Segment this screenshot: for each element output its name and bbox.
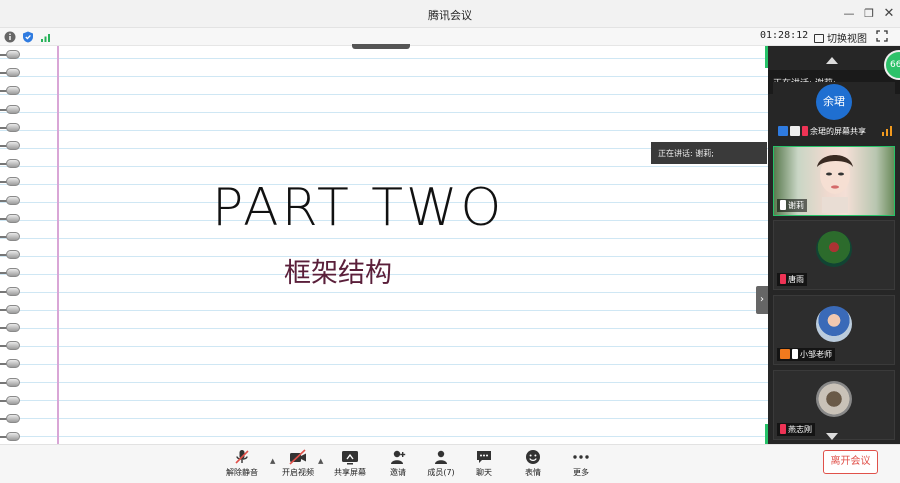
switch-view-label: 切换视图 [827, 34, 867, 45]
tile-label: 谢莉 [777, 199, 807, 212]
share-toolbar-handle[interactable] [352, 44, 410, 49]
scroll-down-icon[interactable] [826, 433, 838, 440]
reactions-label: 表情 [525, 468, 541, 477]
participant-tile[interactable]: 燕志刚 [773, 370, 895, 440]
signal-icon [882, 126, 892, 136]
close-icon[interactable]: ✕ [878, 4, 900, 24]
participant-tile[interactable]: 唐雨 [773, 220, 895, 290]
spiral-ring [6, 414, 20, 423]
spiral-ring [6, 104, 20, 114]
spiral-ring [6, 159, 20, 169]
spiral-ring [6, 395, 20, 405]
spiral-ring [6, 177, 20, 187]
start-video-label: 开启视频 [282, 468, 314, 477]
notebook-margin-line [57, 46, 59, 444]
leave-meeting-button[interactable]: 离开会议 [823, 450, 878, 474]
cohost-icon [780, 349, 790, 359]
invite-icon [391, 450, 406, 464]
spiral-ring [6, 268, 20, 278]
share-screen-button[interactable]: 共享屏幕 [325, 449, 375, 481]
panel-accent-bottom [765, 424, 768, 444]
speaking-label: 正在讲话: 谢莉; [658, 149, 714, 158]
spiral-ring [6, 86, 20, 96]
spiral-ring [6, 432, 20, 442]
mic-muted-icon [780, 274, 786, 284]
slide-title: PART TWO [212, 178, 505, 238]
spiral-ring [6, 359, 20, 369]
more-button[interactable]: 更多 [556, 449, 606, 481]
shield-icon[interactable] [22, 31, 34, 43]
mic-muted-icon [235, 450, 249, 464]
spiral-ring [6, 213, 20, 223]
host-icon [778, 126, 788, 136]
shared-screen-slide: PART TWO 框架结构 正在讲话: 谢莉; › [0, 46, 768, 444]
avatar [816, 306, 852, 342]
participant-name: 唐雨 [788, 275, 804, 284]
participant-name: 燕志刚 [788, 425, 812, 434]
meeting-timer: 01:28:12 [760, 30, 809, 41]
info-icon[interactable] [4, 31, 16, 43]
tile-label: 小邹老师 [777, 348, 835, 361]
members-icon [435, 450, 447, 464]
tile-label: 燕志刚 [777, 423, 815, 436]
speaking-indicator: 正在讲话: 谢莉; [651, 142, 767, 164]
participant-name: 余珺的屏幕共享 [810, 127, 866, 136]
spiral-ring [6, 250, 20, 260]
chat-button[interactable]: 聊天 [459, 449, 509, 481]
panel-accent-top [765, 46, 768, 68]
spiral-ring [6, 195, 20, 205]
tile-label: 唐雨 [777, 273, 807, 286]
spiral-ring [6, 377, 20, 387]
unmute-label: 解除静音 [226, 468, 258, 477]
video-feed [817, 155, 853, 213]
slide-subtitle: 框架结构 [284, 258, 392, 289]
spiral-ring [6, 304, 20, 314]
window-titlebar: 腾讯会议 — ❐ ✕ [0, 0, 900, 28]
participant-name: 谢莉 [788, 201, 804, 210]
chat-icon [477, 451, 491, 463]
avatar [816, 231, 852, 267]
signal-icon[interactable] [40, 31, 52, 43]
more-label: 更多 [573, 468, 589, 477]
spiral-ring [6, 286, 20, 296]
meeting-statusbar: 01:28:12 切换视图 [0, 28, 900, 46]
spiral-ring [6, 341, 20, 351]
window-title: 腾讯会议 [428, 9, 472, 22]
unmute-button[interactable]: 解除静音 [217, 449, 267, 481]
more-icon [573, 455, 589, 459]
mic-muted-icon [802, 126, 808, 136]
restore-icon[interactable]: ❐ [858, 4, 880, 24]
spiral-ring [6, 141, 20, 150]
participant-tile[interactable]: 小邹老师 [773, 295, 895, 365]
start-video-button[interactable]: 开启视频 [273, 449, 323, 481]
fullscreen-icon[interactable] [876, 30, 888, 42]
emoji-icon [526, 450, 540, 464]
spiral-ring [6, 232, 20, 241]
participant-tile[interactable]: 谢莉 [773, 146, 895, 216]
participant-name: 小邹老师 [800, 350, 832, 359]
spiral-ring [6, 50, 20, 59]
meeting-toolbar: 解除静音 ▲ 开启视频 ▲ 共享屏幕 邀请 成员(7) 聊天 表情 更多 [0, 444, 900, 483]
mic-muted-icon [780, 424, 786, 434]
tile-label: 余珺的屏幕共享 [775, 125, 869, 138]
spiral-ring [6, 68, 20, 78]
mic-icon [792, 349, 798, 359]
spiral-ring [6, 323, 20, 332]
participant-tile[interactable]: 余珺 余珺的屏幕共享 [773, 82, 895, 138]
share-screen-icon [342, 451, 358, 465]
mic-icon [780, 200, 786, 210]
share-screen-label: 共享屏幕 [334, 468, 366, 477]
scroll-up-icon[interactable] [826, 57, 838, 64]
avatar [816, 381, 852, 417]
reactions-button[interactable]: 表情 [508, 449, 558, 481]
avatar: 余珺 [816, 84, 852, 120]
collapse-panel-button[interactable]: › [756, 286, 768, 314]
chat-label: 聊天 [476, 468, 492, 477]
switch-view-icon [814, 34, 824, 43]
screen-share-icon [790, 126, 800, 136]
spiral-ring [6, 122, 20, 132]
minimize-icon[interactable]: — [838, 4, 860, 24]
camera-off-icon [289, 449, 306, 465]
switch-view-button[interactable]: 切换视图 [814, 30, 867, 45]
